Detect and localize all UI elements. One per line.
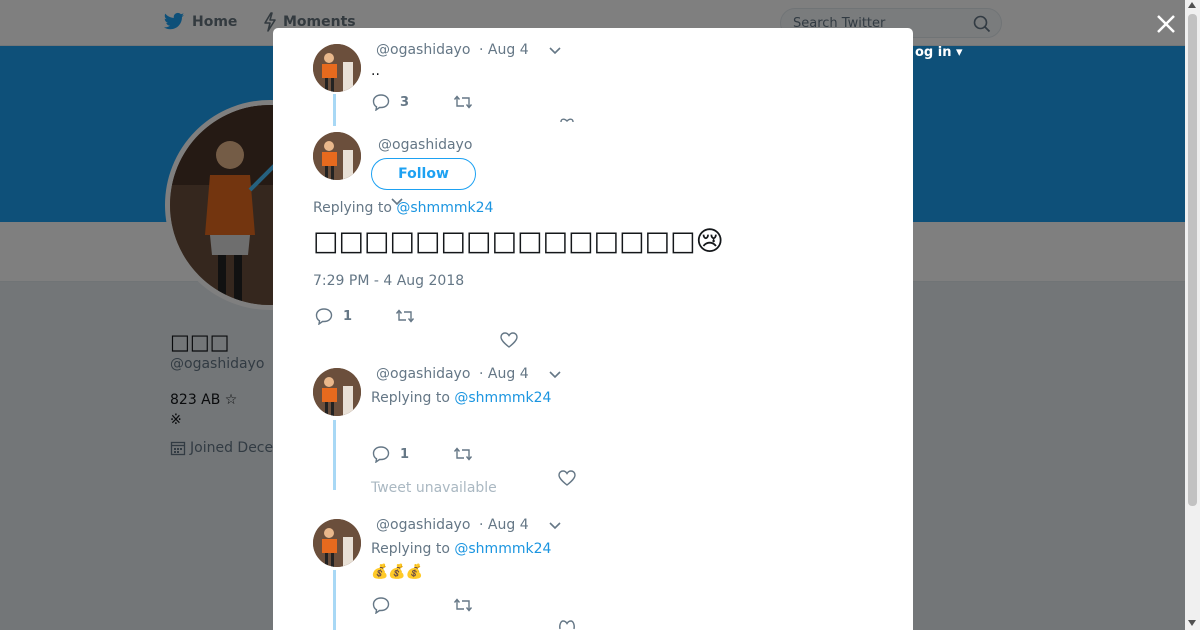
retweet-button[interactable] [453, 445, 473, 463]
reply-icon [372, 597, 390, 614]
replying-to: Replying to @shmmmk24 [371, 390, 551, 406]
scroll-thumb[interactable] [1188, 14, 1197, 506]
reply-icon [315, 308, 333, 325]
retweet-icon [453, 598, 473, 612]
tweet-date[interactable]: · Aug 4 [479, 42, 529, 58]
replying-to: Replying to @shmmmk24 [313, 200, 493, 216]
main-tweet-body: □□□□□□□□□□□□□□□ [313, 226, 696, 257]
tweet-text: 💰💰💰 [371, 564, 424, 580]
chevron-down-icon[interactable] [549, 522, 561, 530]
reply-count: 1 [400, 446, 410, 462]
reply-button[interactable]: 1 [315, 307, 352, 325]
reply-count: 1 [343, 308, 353, 324]
avatar-photo [313, 368, 361, 416]
reply-count: 3 [400, 94, 410, 110]
thread-line [333, 94, 336, 126]
tweet-handle[interactable]: @ogashidayo [376, 366, 470, 382]
chevron-down-icon[interactable] [549, 371, 561, 379]
like-icon[interactable] [558, 470, 576, 486]
replying-to-link[interactable]: @shmmmk24 [454, 390, 551, 406]
avatar[interactable] [313, 132, 361, 180]
page-scrollbar[interactable] [1185, 0, 1200, 630]
avatar[interactable] [313, 368, 361, 416]
retweet-button[interactable] [453, 596, 473, 614]
follow-button[interactable]: Follow [371, 158, 476, 190]
reply-button[interactable]: 3 [372, 93, 409, 111]
tweet-handle[interactable]: @ogashidayo [378, 137, 472, 153]
retweet-button[interactable] [395, 307, 415, 325]
main-tweet-text: □□□□□□□□□□□□□□□😢 [313, 226, 724, 257]
avatar-photo [313, 44, 361, 92]
scroll-down-arrow[interactable] [1188, 620, 1196, 626]
retweet-button[interactable] [453, 93, 473, 111]
replying-to: Replying to @shmmmk24 [371, 541, 551, 557]
thread-line [333, 570, 336, 630]
replying-to-prefix: Replying to [313, 200, 397, 216]
thread-line [333, 420, 336, 490]
tweet-date[interactable]: · Aug 4 [479, 366, 529, 382]
replying-to-link[interactable]: @shmmmk24 [454, 541, 551, 557]
avatar-photo [313, 132, 361, 180]
like-icon[interactable] [500, 332, 518, 348]
reply-button[interactable] [372, 596, 390, 614]
tweet-unavailable: Tweet unavailable [371, 480, 497, 496]
close-icon [1157, 15, 1175, 33]
login-link[interactable]: og in ▾ [915, 45, 963, 60]
replying-to-prefix: Replying to [371, 390, 455, 406]
avatar-photo [313, 519, 361, 567]
retweet-icon [453, 95, 473, 109]
retweet-icon [453, 447, 473, 461]
retweet-icon [395, 309, 415, 323]
avatar[interactable] [313, 519, 361, 567]
replying-to-prefix: Replying to [371, 541, 455, 557]
tweet-date[interactable]: · Aug 4 [479, 517, 529, 533]
like-icon[interactable] [558, 620, 576, 630]
scroll-up-arrow[interactable] [1188, 2, 1196, 8]
like-icon[interactable] [559, 117, 575, 123]
tweet-text: .. [371, 63, 380, 79]
avatar[interactable] [313, 44, 361, 92]
close-button[interactable] [1154, 12, 1178, 36]
reply-icon [372, 94, 390, 111]
replying-to-link[interactable]: @shmmmk24 [396, 200, 493, 216]
tweet-modal: @ogashidayo · Aug 4 .. 3 @ogashidayo Fol… [273, 28, 913, 630]
tweet-handle[interactable]: @ogashidayo [376, 517, 470, 533]
reply-button[interactable]: 1 [372, 445, 409, 463]
crying-face-emoji: 😢 [695, 226, 724, 257]
chevron-down-icon[interactable] [549, 47, 561, 55]
main-tweet-timestamp[interactable]: 7:29 PM - 4 Aug 2018 [313, 273, 464, 289]
tweet-handle[interactable]: @ogashidayo [376, 42, 470, 58]
reply-icon [372, 446, 390, 463]
